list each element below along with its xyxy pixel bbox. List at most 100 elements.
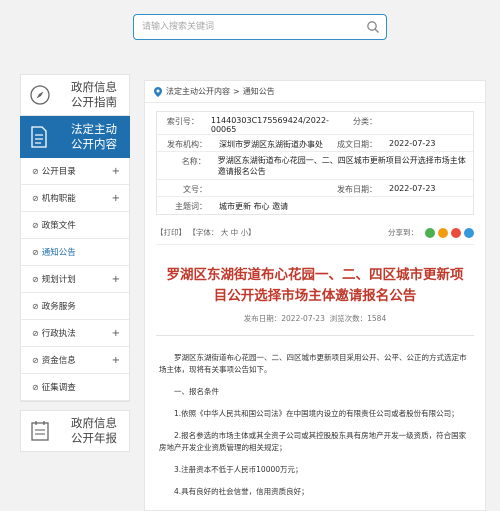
breadcrumb-separator: >	[233, 87, 240, 96]
meta-key: 索引号：	[166, 117, 199, 126]
toolbar: 【打印】 【字体： 大 中 小】 分享到：	[156, 227, 474, 245]
share-red-icon[interactable]	[451, 227, 461, 238]
content-panel: 法定主动公开内容 > 通知公告 索引号： 11440303C175569424/2…	[144, 80, 486, 511]
sidebar-item-planning[interactable]: ⊘ 规划计划 +	[21, 266, 129, 293]
sidebar-item-label: 公开目录	[41, 167, 76, 177]
meta-value	[383, 112, 393, 134]
paragraph: 4.具有良好的社会信誉，信用资质良好；	[174, 487, 309, 496]
sidebar-item-notices[interactable]: ⊘ 通知公告	[21, 239, 129, 266]
view-count: 浏览次数：1584	[329, 314, 387, 323]
sidebar-item-label: 通知公告	[41, 248, 76, 258]
print-button[interactable]: 【打印】	[156, 228, 186, 237]
article-title: 罗湖区东湖街道布心花园一、二、四区城市更新项目公开选择市场主体邀请报名公告	[166, 267, 464, 304]
nav-guide-label-1: 政府信息	[71, 80, 117, 94]
paragraph: 罗湖区东湖街道布心花园一、二、四区城市更新项目采用公开、公平、公正的方式选定市场…	[159, 353, 467, 374]
meta-value: 城市更新 布心 邀请	[219, 202, 289, 211]
sidebar-item-functions[interactable]: ⊘ 机构职能 +	[21, 185, 129, 212]
bullet-icon: ⊘	[32, 355, 39, 365]
expand-icon[interactable]: +	[112, 328, 120, 339]
font-small-button[interactable]: 小】	[241, 228, 256, 237]
meta-value: 2022-07-23	[389, 139, 436, 148]
sidebar-item-label: 资金信息	[41, 356, 76, 366]
share-label: 分享到：	[388, 228, 418, 237]
paragraph: 1.依照《中华人民共和国公司法》在中国境内设立的有限责任公司或者股份有限公司；	[174, 409, 459, 418]
meta-row: 名称： 罗湖区东湖街道布心花园一、二、四区城市更新项目公开选择市场主体邀请报名公告	[157, 152, 473, 180]
meta-value: 2022-07-23	[389, 184, 436, 193]
meta-row: 主题词： 城市更新 布心 邀请	[157, 197, 473, 214]
meta-value: 11440303C175569424/2022-00065	[210, 116, 329, 134]
sidebar-item-label: 行政执法	[41, 329, 76, 339]
meta-key: 成文日期：	[337, 140, 377, 149]
search-input[interactable]	[134, 15, 356, 39]
sidebar-item-label: 政务服务	[41, 302, 76, 312]
nav-guide-label-2: 公开指南	[71, 95, 117, 109]
qzone-icon[interactable]	[464, 227, 474, 238]
meta-key: 发布机构：	[167, 140, 207, 149]
sidebar-item-survey[interactable]: ⊘ 征集调查	[21, 374, 129, 401]
breadcrumb: 法定主动公开内容 > 通知公告	[145, 81, 485, 103]
wechat-icon[interactable]	[425, 227, 435, 238]
nav-main[interactable]: 法定主动 公开内容	[20, 116, 130, 158]
expand-icon[interactable]: +	[112, 166, 120, 177]
meta-row: 索引号： 11440303C175569424/2022-00065 分类：	[157, 112, 473, 135]
meta-key: 名称：	[181, 157, 206, 166]
nav-annual-label-1: 政府信息	[71, 416, 117, 430]
nav-list: ⊘ 公开目录 + ⊘ 机构职能 + ⊘ 政策文件 ⊘ 通知公告 ⊘ 规划计划 + ⊘ 政务服务 ⊘…	[20, 158, 130, 402]
paragraph: 3.注册资本不低于人民币10000万元；	[174, 465, 303, 474]
report-icon	[21, 411, 59, 451]
meta-value: 深圳市罗湖区东湖街道办事处	[219, 140, 323, 149]
article-meta: 发布日期：2022-07-23 浏览次数：1584	[145, 313, 485, 324]
meta-table: 索引号： 11440303C175569424/2022-00065 分类： 发布…	[156, 111, 474, 215]
left-nav: 政府信息 公开指南 法定主动 公开内容 ⊘ 公开目录 + ⊘ 机构职能 + ⊘ 政策文件 ⊘ 通…	[20, 74, 130, 452]
nav-annual-report[interactable]: 政府信息 公开年报	[20, 410, 130, 452]
bullet-icon: ⊘	[32, 247, 39, 257]
bullet-icon: ⊘	[32, 274, 39, 284]
compass-icon	[21, 75, 59, 115]
bullet-icon: ⊘	[32, 220, 39, 230]
weibo-icon[interactable]	[438, 227, 448, 238]
sidebar-item-services[interactable]: ⊘ 政务服务	[21, 293, 129, 320]
search-box[interactable]	[133, 14, 387, 40]
nav-annual-label-2: 公开年报	[71, 431, 117, 445]
meta-row: 文号： 发布日期： 2022-07-23	[157, 180, 473, 197]
bullet-icon: ⊘	[32, 301, 39, 311]
nav-main-label-2: 公开内容	[71, 137, 117, 151]
breadcrumb-link[interactable]: 法定主动公开内容	[166, 86, 230, 97]
sidebar-item-label: 征集调查	[41, 383, 76, 393]
article-body: 罗湖区东湖街道布心花园一、二、四区城市更新项目采用公开、公平、公正的方式选定市场…	[159, 352, 471, 498]
expand-icon[interactable]: +	[112, 355, 120, 366]
font-large-button[interactable]: 大	[221, 228, 229, 237]
breadcrumb-current[interactable]: 通知公告	[243, 86, 275, 97]
bullet-icon: ⊘	[32, 166, 39, 176]
sidebar-item-catalog[interactable]: ⊘ 公开目录 +	[21, 158, 129, 185]
expand-icon[interactable]: +	[112, 274, 120, 285]
sidebar-item-label: 政策文件	[41, 221, 76, 231]
bullet-icon: ⊘	[32, 328, 39, 338]
meta-key: 发布日期：	[337, 185, 377, 194]
font-label: 【字体：	[188, 228, 219, 237]
nav-guide[interactable]: 政府信息 公开指南	[20, 74, 130, 116]
meta-key: 主题词：	[175, 202, 207, 211]
paragraph: 2.报名参选的市场主体或其全资子公司或其控股股东具有房地产开发一级资质，符合国家…	[159, 431, 467, 452]
share-bar: 分享到：	[388, 227, 474, 238]
sidebar-item-label: 机构职能	[41, 194, 76, 204]
bullet-icon: ⊘	[32, 382, 39, 392]
meta-key: 文号：	[183, 185, 207, 194]
location-icon	[154, 86, 162, 97]
sidebar-item-funds[interactable]: ⊘ 资金信息 +	[21, 347, 129, 374]
meta-value	[213, 180, 223, 196]
nav-main-label-1: 法定主动	[71, 122, 117, 136]
meta-key: 分类：	[353, 117, 377, 126]
meta-row: 发布机构： 深圳市罗湖区东湖街道办事处 成文日期： 2022-07-23	[157, 135, 473, 152]
publish-date: 发布日期：2022-07-23	[243, 314, 325, 323]
section-heading: 一、报名条件	[174, 387, 219, 396]
search-icon[interactable]	[366, 20, 380, 34]
bullet-icon: ⊘	[32, 193, 39, 203]
expand-icon[interactable]: +	[112, 193, 120, 204]
sidebar-item-enforcement[interactable]: ⊘ 行政执法 +	[21, 320, 129, 347]
document-icon	[20, 116, 58, 158]
divider	[156, 335, 474, 336]
font-medium-button[interactable]: 中	[231, 228, 239, 237]
sidebar-item-policy[interactable]: ⊘ 政策文件	[21, 212, 129, 239]
sidebar-item-label: 规划计划	[41, 275, 76, 285]
